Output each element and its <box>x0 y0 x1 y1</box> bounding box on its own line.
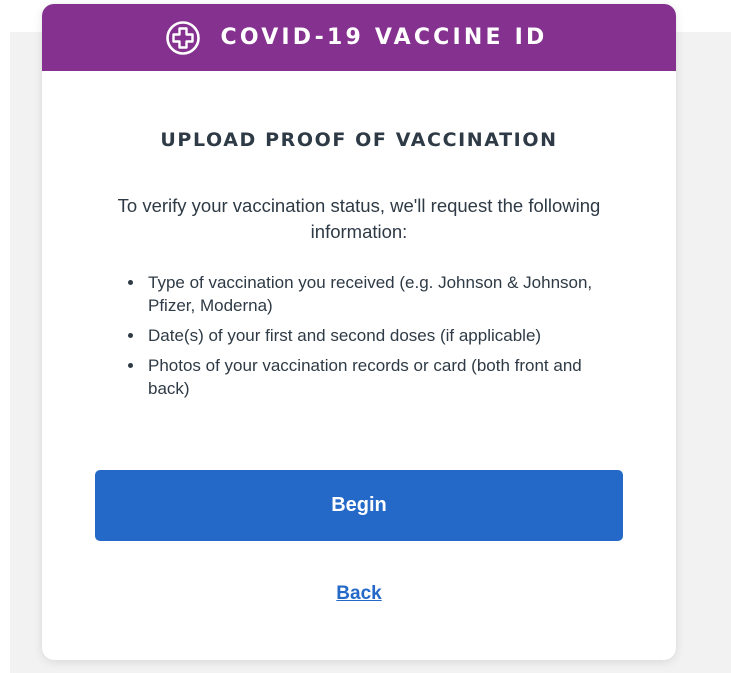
intro-text: To verify your vaccination status, we'll… <box>117 195 601 242</box>
list-item-text: Type of vaccination you received (e.g. J… <box>148 273 593 315</box>
vaccine-id-card: COVID-19 VACCINE ID UPLOAD PROOF OF VACC… <box>42 4 676 660</box>
back-link-container: Back <box>42 583 676 605</box>
medical-cross-icon <box>165 20 201 56</box>
list-item: Date(s) of your first and second doses (… <box>128 324 628 347</box>
list-item-text: Photos of your vaccination records or ca… <box>148 356 582 398</box>
page-title: UPLOAD PROOF OF VACCINATION <box>160 129 558 151</box>
bullet-icon <box>128 280 133 285</box>
list-item: Photos of your vaccination records or ca… <box>128 354 628 400</box>
list-item: Type of vaccination you received (e.g. J… <box>128 271 628 317</box>
bullet-icon <box>128 363 133 368</box>
app-title: COVID-19 VACCINE ID <box>220 25 548 50</box>
back-link[interactable]: Back <box>336 583 381 604</box>
list-item-text: Date(s) of your first and second doses (… <box>148 326 542 345</box>
bullet-icon <box>128 333 133 338</box>
requirements-list: Type of vaccination you received (e.g. J… <box>128 271 628 407</box>
begin-button[interactable]: Begin <box>95 470 623 541</box>
card-header: COVID-19 VACCINE ID <box>42 4 676 71</box>
